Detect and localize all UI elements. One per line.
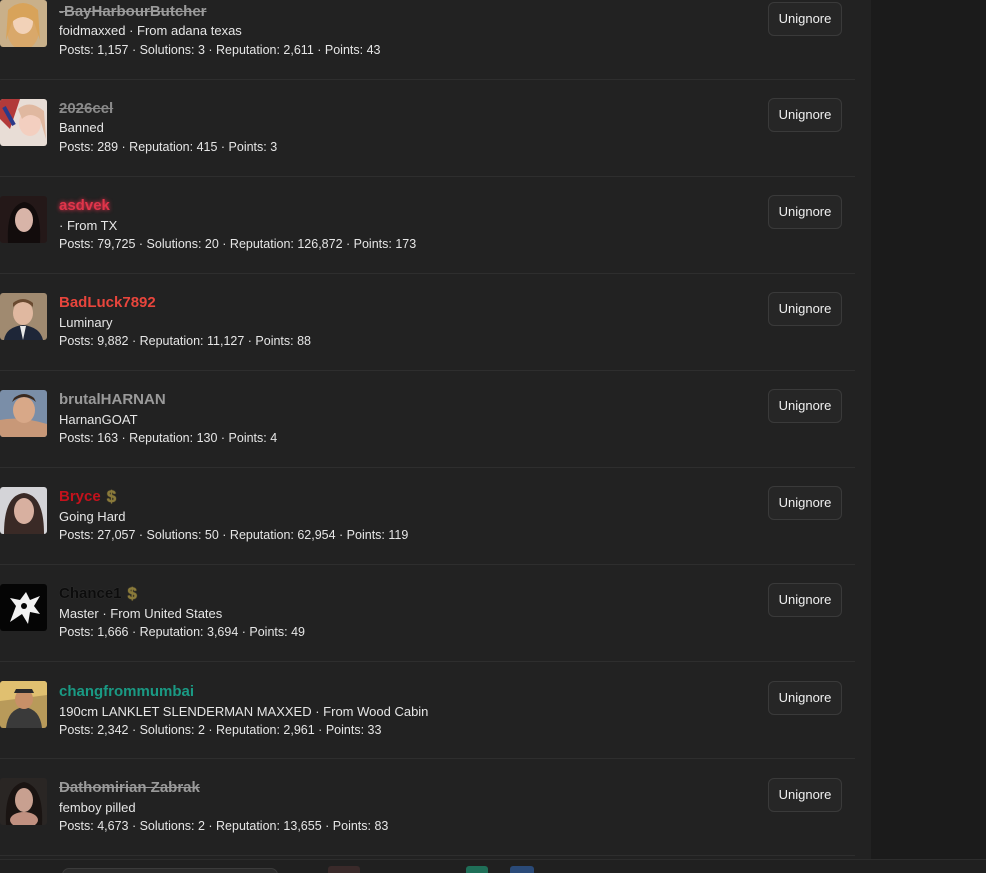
user-title: 190cm LANKLET SLENDERMAN MAXXED · From W… <box>59 704 429 719</box>
user-row: Chance1 $ Master · From United States Pos… <box>0 565 855 662</box>
user-row: 2026cel Banned Posts: 289 · Reputation: … <box>0 80 855 177</box>
user-title: femboy pilled <box>59 800 136 815</box>
page-gutter <box>871 0 986 859</box>
unignore-button[interactable]: Unignore <box>768 681 842 715</box>
unignore-button[interactable]: Unignore <box>768 583 842 617</box>
avatar[interactable] <box>0 681 47 728</box>
user-title: HarnanGOAT <box>59 412 138 427</box>
user-row: asdvek · From TX Posts: 79,725 · Solutio… <box>0 177 855 274</box>
unignore-button[interactable]: Unignore <box>768 778 842 812</box>
user-stats: Posts: 1,666 · Reputation: 3,694 · Point… <box>59 625 305 639</box>
taskbar <box>0 859 986 873</box>
unignore-button[interactable]: Unignore <box>768 389 842 423</box>
username[interactable]: Chance1 $ <box>59 585 137 603</box>
username[interactable]: brutalHARNAN <box>59 391 166 409</box>
avatar[interactable] <box>0 390 47 437</box>
avatar[interactable] <box>0 196 47 243</box>
user-title: foidmaxxed · From adana texas <box>59 23 242 38</box>
taskbar-app-icon[interactable] <box>466 866 488 873</box>
user-stats: Posts: 289 · Reputation: 415 · Points: 3 <box>59 140 278 154</box>
username[interactable]: 2026cel <box>59 100 113 118</box>
unignore-button[interactable]: Unignore <box>768 486 842 520</box>
user-stats: Posts: 163 · Reputation: 130 · Points: 4 <box>59 431 278 445</box>
username[interactable]: Dathomirian Zabrak <box>59 779 200 797</box>
avatar[interactable] <box>0 99 47 146</box>
user-row: -BayHarbourButcher foidmaxxed · From ada… <box>0 0 855 80</box>
unignore-button[interactable]: Unignore <box>768 2 842 36</box>
unignore-button[interactable]: Unignore <box>768 292 842 326</box>
user-stats: Posts: 4,673 · Solutions: 2 · Reputation… <box>59 819 389 833</box>
dollar-icon: $ <box>106 487 117 506</box>
username[interactable]: changfrommumbai <box>59 683 194 701</box>
username[interactable]: -BayHarbourButcher <box>59 3 207 21</box>
user-stats: Posts: 1,157 · Solutions: 3 · Reputation… <box>59 43 381 57</box>
avatar[interactable] <box>0 0 47 47</box>
avatar[interactable] <box>0 487 47 534</box>
avatar[interactable] <box>0 293 47 340</box>
user-title: Going Hard <box>59 509 126 524</box>
unignore-button[interactable]: Unignore <box>768 98 842 132</box>
user-stats: Posts: 9,882 · Reputation: 11,127 · Poin… <box>59 334 312 348</box>
ignored-members-page: -BayHarbourButcher foidmaxxed · From ada… <box>0 0 986 873</box>
user-title: Master · From United States <box>59 606 223 621</box>
user-title: Luminary <box>59 315 113 330</box>
user-stats: Posts: 79,725 · Solutions: 20 · Reputati… <box>59 237 417 251</box>
dollar-icon: $ <box>127 584 137 603</box>
user-stats: Posts: 2,342 · Solutions: 2 · Reputation… <box>59 723 382 737</box>
avatar[interactable] <box>0 584 47 631</box>
user-row: BadLuck7892 Luminary Posts: 9,882 · Repu… <box>0 274 855 371</box>
taskbar-search-box[interactable] <box>62 868 278 873</box>
username-text[interactable]: Chance1 <box>59 585 122 602</box>
user-row: Bryce $ Going Hard Posts: 27,057 · Soluti… <box>0 468 855 565</box>
user-row: brutalHARNAN HarnanGOAT Posts: 163 · Rep… <box>0 371 855 468</box>
taskbar-app-icon[interactable] <box>510 866 534 873</box>
username-text[interactable]: Bryce <box>59 488 101 505</box>
username[interactable]: BadLuck7892 <box>59 294 156 312</box>
user-title: · From TX <box>59 218 118 233</box>
username[interactable]: asdvek <box>59 197 110 215</box>
user-row: changfrommumbai 190cm LANKLET SLENDERMAN… <box>0 662 855 759</box>
username[interactable]: Bryce $ <box>59 488 116 506</box>
ignored-members-list: -BayHarbourButcher foidmaxxed · From ada… <box>0 0 871 859</box>
user-title: Banned <box>59 120 104 135</box>
avatar[interactable] <box>0 778 47 825</box>
taskbar-app-icon[interactable] <box>328 866 360 873</box>
user-row: Dathomirian Zabrak femboy pilled Posts: … <box>0 759 855 856</box>
unignore-button[interactable]: Unignore <box>768 195 842 229</box>
user-stats: Posts: 27,057 · Solutions: 50 · Reputati… <box>59 528 409 542</box>
